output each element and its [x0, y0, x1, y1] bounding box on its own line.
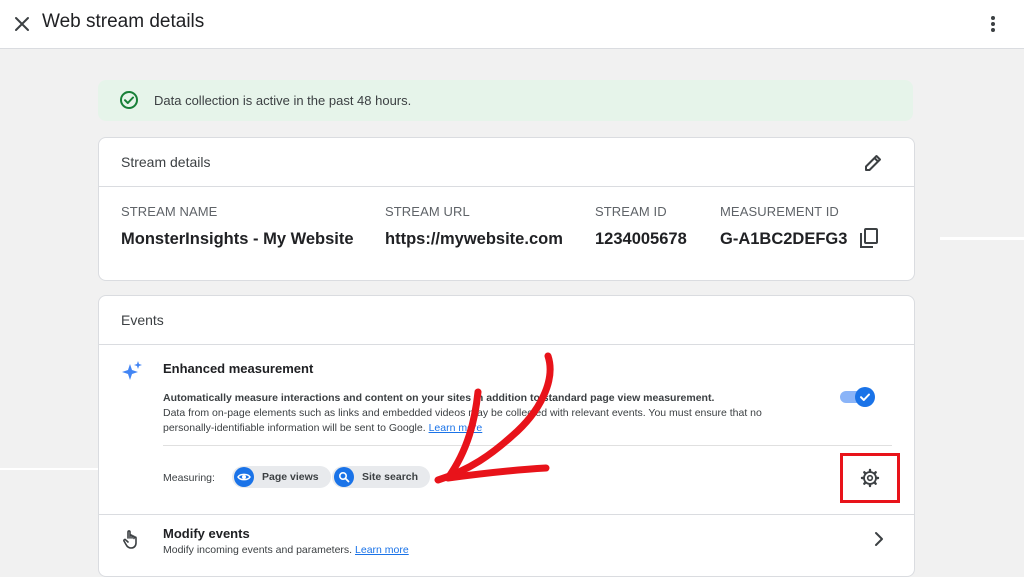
- stream-id-column: STREAM ID 1234005678: [595, 204, 687, 249]
- gear-icon: [860, 468, 880, 488]
- copy-icon[interactable]: [859, 227, 879, 249]
- modify-events-title: Modify events: [163, 526, 250, 541]
- decorative-line: [0, 468, 98, 470]
- enhanced-measurement-title: Enhanced measurement: [163, 361, 314, 376]
- stream-name-label: STREAM NAME: [121, 204, 218, 219]
- toggle-knob: [855, 387, 875, 407]
- check-icon: [860, 393, 870, 401]
- stream-details-header: Stream details: [99, 138, 914, 187]
- status-banner: Data collection is active in the past 48…: [98, 80, 913, 121]
- enhanced-measurement-learn-more-link[interactable]: Learn more: [429, 422, 483, 434]
- stream-name-column: STREAM NAME MonsterInsights - My Website: [121, 204, 354, 249]
- enhanced-measurement-summary: Automatically measure interactions and c…: [163, 392, 715, 404]
- check-circle-icon: [120, 91, 138, 109]
- site-search-chip-label: Site search: [362, 471, 419, 483]
- banner-text: Data collection is active in the past 48…: [154, 93, 412, 108]
- more-options-button[interactable]: [982, 10, 1004, 38]
- events-title: Events: [121, 312, 164, 328]
- eye-icon: [234, 467, 254, 487]
- site-search-chip[interactable]: Site search: [332, 466, 431, 488]
- close-button[interactable]: [8, 10, 36, 38]
- stream-url-value: https://mywebsite.com: [385, 230, 563, 248]
- close-icon: [15, 17, 29, 31]
- stream-details-title: Stream details: [121, 154, 211, 170]
- measuring-label: Measuring:: [163, 472, 215, 484]
- stream-url-column: STREAM URL https://mywebsite.com: [385, 204, 563, 249]
- divider: [163, 445, 892, 446]
- enhanced-measurement-description: Data from on-page elements such as links…: [163, 406, 813, 436]
- more-vert-icon: [991, 16, 995, 32]
- modify-events-description-text: Modify incoming events and parameters.: [163, 544, 353, 556]
- page-views-chip-label: Page views: [262, 471, 319, 483]
- modify-events-row[interactable]: Modify events Modify incoming events and…: [99, 514, 914, 575]
- top-app-bar: Web stream details: [0, 0, 1024, 49]
- modify-events-learn-more-link[interactable]: Learn more: [355, 544, 409, 556]
- search-icon: [334, 467, 354, 487]
- events-header: Events: [99, 296, 914, 345]
- stream-name-value: MonsterInsights - My Website: [121, 230, 354, 248]
- stream-details-card: Stream details STREAM NAME MonsterInsigh…: [98, 137, 915, 281]
- edit-icon[interactable]: [862, 152, 884, 174]
- sparkle-icon: [122, 361, 142, 380]
- decorative-line: [940, 237, 1024, 240]
- modify-events-description: Modify incoming events and parameters. L…: [163, 544, 409, 556]
- events-card: Events Enhanced measurement Automaticall…: [98, 295, 915, 577]
- measurement-id-value: G-A1BC2DEFG3: [720, 230, 848, 248]
- stream-url-label: STREAM URL: [385, 204, 470, 219]
- enhanced-measurement-settings-button[interactable]: [840, 453, 900, 503]
- stream-id-value: 1234005678: [595, 230, 687, 248]
- stream-id-label: STREAM ID: [595, 204, 667, 219]
- measurement-id-label: MEASUREMENT ID: [720, 204, 839, 219]
- touch-icon: [123, 530, 137, 549]
- page-title: Web stream details: [42, 11, 205, 32]
- page-views-chip[interactable]: Page views: [232, 466, 331, 488]
- enhanced-measurement-toggle[interactable]: [840, 387, 875, 407]
- measurement-id-column: MEASUREMENT ID G-A1BC2DEFG3: [720, 204, 847, 249]
- chevron-right-icon: [875, 532, 883, 546]
